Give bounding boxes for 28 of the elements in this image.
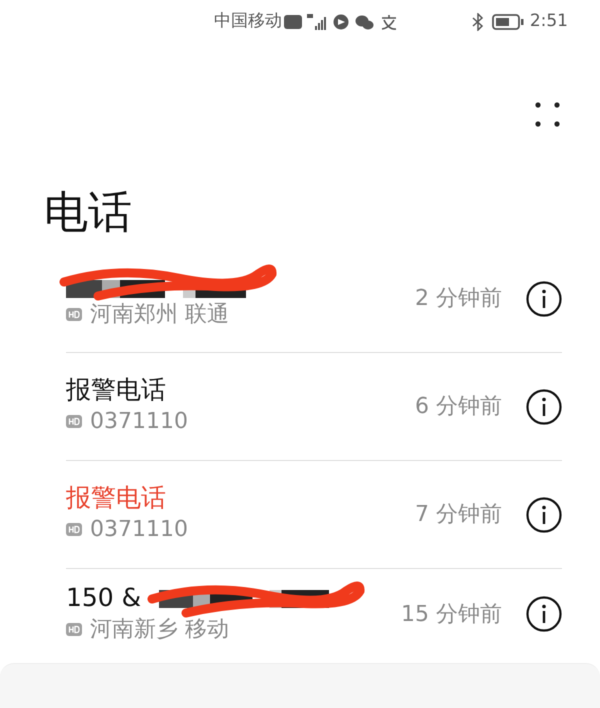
battery-icon (492, 14, 524, 30)
call-time: 7 分钟前 (415, 501, 502, 530)
call-log-row[interactable]: 150 & 河南新乡 移动 15 分钟前 (66, 569, 562, 660)
play-icon (333, 14, 349, 30)
info-button[interactable] (526, 496, 562, 533)
call-time: 15 分钟前 (401, 600, 502, 629)
call-time: 6 分钟前 (415, 393, 502, 422)
contact-name: 150 & (66, 582, 142, 612)
info-button[interactable] (526, 280, 562, 317)
signal-icon (307, 14, 327, 30)
call-location: 河南新乡 移动 (90, 616, 229, 644)
call-time: 2 分钟前 (415, 285, 502, 314)
contact-name: 报警电话 (66, 375, 166, 404)
call-log-row[interactable]: 报警电话 0371110 6 分钟前 (66, 353, 562, 462)
info-button[interactable] (526, 596, 562, 632)
page-title: 电话 (44, 186, 133, 240)
call-location: 河南郑州 联通 (90, 301, 229, 330)
call-location: 0371110 (90, 516, 188, 544)
carrier-label: 中国移动 (214, 10, 282, 34)
more-button[interactable] (535, 101, 560, 127)
call-log-row[interactable]: 报警电话 0371110 7 分钟前 (66, 461, 562, 570)
call-log-row[interactable]: 河南郑州 联通 2 分钟前 (66, 245, 562, 354)
info-button[interactable] (526, 388, 562, 425)
chat-bubbles-icon (355, 14, 374, 30)
bluetooth-icon (470, 13, 484, 31)
contact-name: 报警电话 (66, 483, 166, 512)
clock-time: 2:51 (530, 10, 568, 34)
call-location: 0371110 (90, 408, 188, 436)
